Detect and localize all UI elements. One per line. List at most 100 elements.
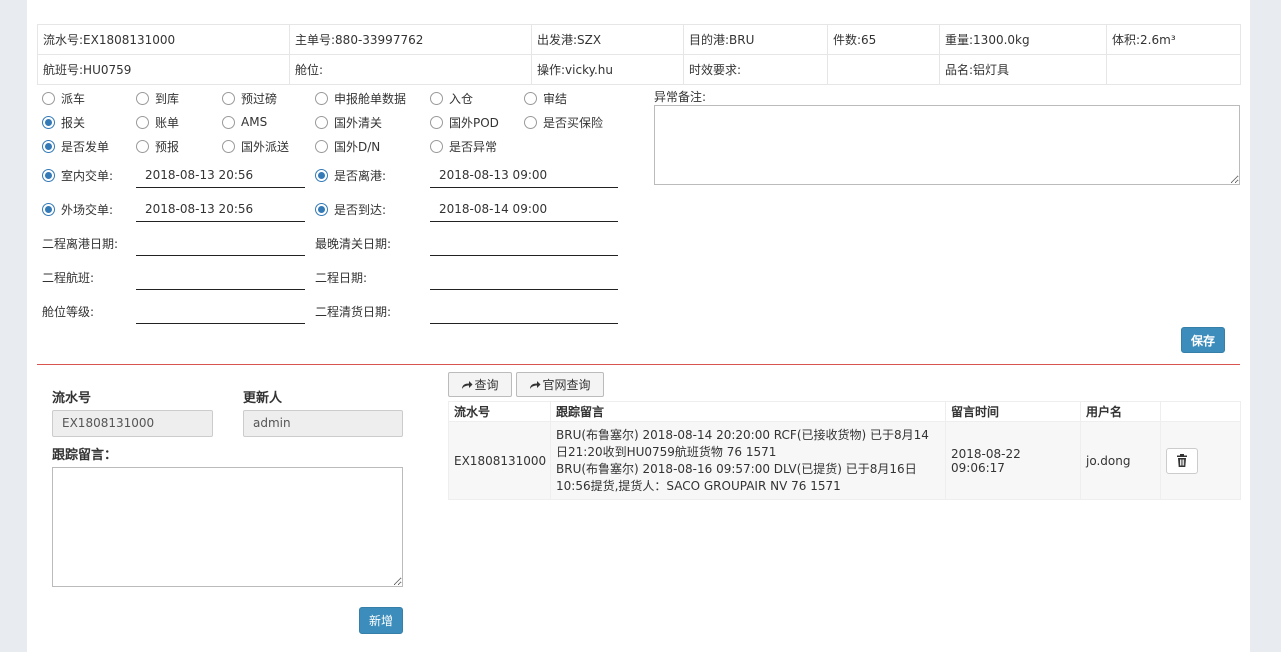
option-label: 派车: [61, 91, 86, 106]
radio-checked-icon: [42, 139, 55, 153]
tracking-log-table: 流水号 跟踪留言 留言时间 用户名 EX1808131000 BRU(布鲁塞尔)…: [448, 401, 1241, 500]
share-arrow-icon: [530, 380, 541, 389]
option-label: 国外清关: [334, 115, 383, 130]
radio-icon: [315, 115, 328, 129]
column-header-serial: 流水号: [448, 401, 551, 422]
option-pre-weigh[interactable]: 预过磅: [222, 89, 277, 107]
destination-port-cell: 目的港:BRU: [683, 24, 828, 55]
web-query-button[interactable]: 官网查询: [516, 372, 604, 397]
column-header-time: 留言时间: [945, 401, 1081, 422]
cabin-cell: 舱位:: [289, 54, 532, 85]
table-header-row: 流水号 跟踪留言 留言时间 用户名: [448, 401, 1241, 422]
option-outdoor-handover[interactable]: 外场交单:: [42, 200, 113, 218]
cell-user: jo.dong: [1080, 421, 1161, 500]
option-manifest-data[interactable]: 申报舱单数据: [315, 89, 406, 107]
option-label: 是否发单: [61, 139, 110, 154]
option-label: 预过磅: [241, 91, 278, 106]
radio-checked-icon: [42, 168, 55, 182]
option-bill[interactable]: 账单: [136, 113, 179, 131]
indoor-handover-date-field[interactable]: 2018-08-13 20:56: [136, 162, 305, 188]
radio-icon: [524, 115, 537, 129]
second-flight-label: 二程航班:: [42, 271, 95, 285]
serial-label: 流水号: [52, 391, 92, 406]
tracking-message-textarea[interactable]: [52, 467, 403, 587]
time-requirement-cell: 时效要求:: [683, 54, 828, 85]
option-foreign-pod[interactable]: 国外POD: [430, 113, 499, 131]
product-name-cell: 品名:铝灯具: [939, 54, 1107, 85]
operator-cell: 操作:vicky.hu: [531, 54, 684, 85]
option-foreign-dn[interactable]: 国外D/N: [315, 137, 380, 155]
option-label: 是否到达:: [334, 202, 387, 217]
second-clear-label: 二程清货日期:: [315, 305, 392, 319]
second-depart-date-field[interactable]: [136, 230, 305, 256]
message-line: BRU(布鲁塞尔) 2018-08-16 09:57:00 DLV(已提货) 已…: [556, 461, 917, 493]
option-dispatch[interactable]: 派车: [42, 89, 85, 107]
arrived-date-field[interactable]: 2018-08-14 09:00: [430, 196, 618, 222]
cell-time: 2018-08-22 09:06:17: [945, 421, 1081, 500]
option-label: 申报舱单数据: [334, 91, 407, 106]
radio-icon: [430, 139, 443, 153]
radio-checked-icon: [42, 115, 55, 129]
radio-icon: [315, 91, 328, 105]
tracking-message-label: 跟踪留言：: [52, 448, 118, 463]
cell-message: BRU(布鲁塞尔) 2018-08-14 20:20:00 RCF(已接收货物)…: [550, 421, 946, 500]
serial-input[interactable]: EX1808131000: [52, 410, 213, 437]
option-exception[interactable]: 是否异常: [430, 137, 497, 155]
updater-input[interactable]: admin: [243, 410, 403, 437]
option-approved[interactable]: 审结: [524, 89, 567, 107]
empty-cell: [827, 54, 940, 85]
query-button[interactable]: 查询: [448, 372, 512, 397]
option-insurance[interactable]: 是否买保险: [524, 113, 603, 131]
option-label: 国外POD: [449, 115, 499, 130]
exception-remark-textarea[interactable]: [654, 105, 1240, 185]
option-label: 是否异常: [449, 139, 498, 154]
second-clear-date-field[interactable]: [430, 298, 618, 324]
add-button[interactable]: 新增: [359, 607, 403, 634]
cabin-level-field[interactable]: [136, 298, 305, 324]
option-foreign-clearance[interactable]: 国外清关: [315, 113, 382, 131]
latest-clear-date-field[interactable]: [430, 230, 618, 256]
option-departed[interactable]: 是否离港:: [315, 166, 386, 184]
radio-icon: [222, 139, 235, 153]
latest-clear-label: 最晚清关日期:: [315, 237, 392, 251]
second-flight-field[interactable]: [136, 264, 305, 290]
radio-icon: [222, 115, 235, 129]
pieces-cell: 件数:65: [827, 24, 940, 55]
option-foreign-delivery[interactable]: 国外派送: [222, 137, 289, 155]
cell-actions: [1160, 421, 1241, 500]
info-row: 流水号:EX1808131000 主单号:880-33997762 出发港:SZ…: [37, 24, 1241, 55]
radio-icon: [524, 91, 537, 105]
option-forecast[interactable]: 预报: [136, 137, 179, 155]
radio-icon: [136, 91, 149, 105]
radio-checked-icon: [315, 168, 328, 182]
shipment-info-table: 流水号:EX1808131000 主单号:880-33997762 出发港:SZ…: [37, 24, 1241, 85]
radio-checked-icon: [315, 202, 328, 216]
option-documents-sent[interactable]: 是否发单: [42, 137, 109, 155]
option-label: 是否离港:: [334, 168, 387, 183]
option-ams[interactable]: AMS: [222, 113, 267, 131]
option-warehousing[interactable]: 入仓: [430, 89, 473, 107]
option-label: 报关: [61, 115, 86, 130]
option-arrived[interactable]: 是否到达:: [315, 200, 386, 218]
option-indoor-handover[interactable]: 室内交单:: [42, 166, 113, 184]
share-arrow-icon: [462, 380, 473, 389]
radio-icon: [136, 115, 149, 129]
radio-checked-icon: [42, 202, 55, 216]
save-button[interactable]: 保存: [1181, 327, 1225, 353]
option-customs-declaration[interactable]: 报关: [42, 113, 85, 131]
option-label: 入仓: [449, 91, 474, 106]
column-header-message: 跟踪留言: [550, 401, 946, 422]
option-label: 预报: [155, 139, 180, 154]
delete-button[interactable]: [1166, 447, 1198, 474]
radio-icon: [315, 139, 328, 153]
outdoor-handover-date-field[interactable]: 2018-08-13 20:56: [136, 196, 305, 222]
departed-date-field[interactable]: 2018-08-13 09:00: [430, 162, 618, 188]
volume-cell: 体积:2.6m³: [1106, 24, 1241, 55]
second-date-field[interactable]: [430, 264, 618, 290]
updater-label: 更新人: [243, 391, 283, 406]
flight-cell: 航班号:HU0759: [37, 54, 290, 85]
option-arrived-warehouse[interactable]: 到库: [136, 89, 179, 107]
column-header-actions: [1160, 401, 1241, 422]
second-date-label: 二程日期:: [315, 271, 368, 285]
exception-remark-label: 异常备注:: [654, 90, 707, 104]
